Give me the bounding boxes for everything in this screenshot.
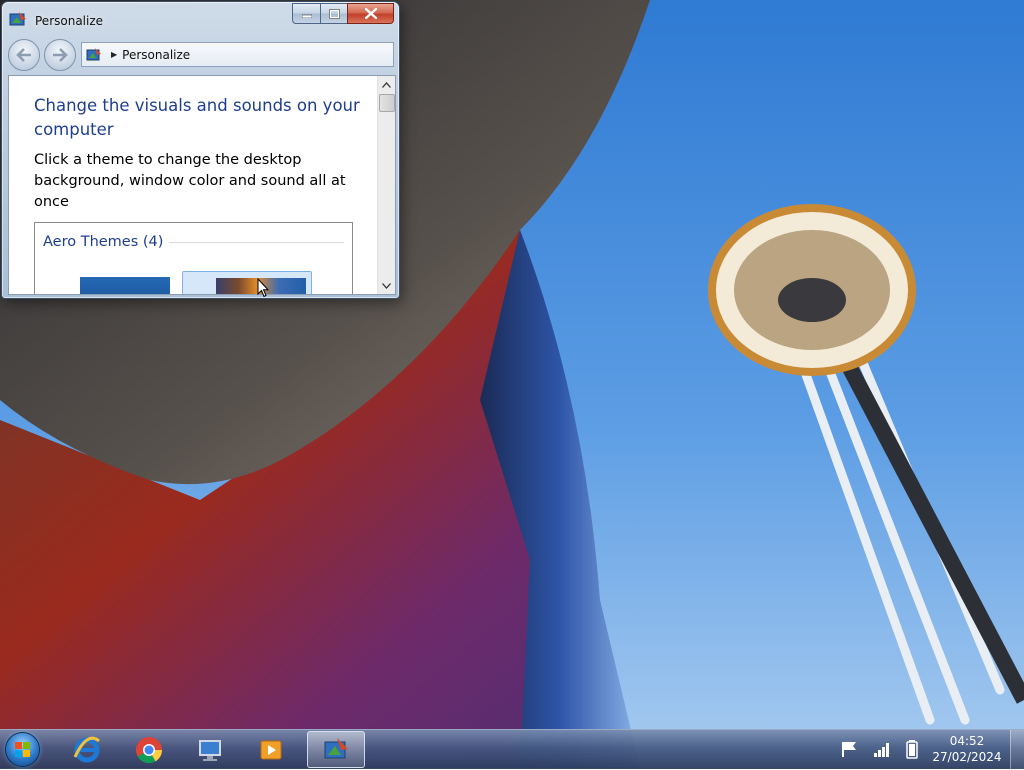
page-description: Click a theme to change the desktop back… (34, 152, 346, 210)
start-button[interactable] (6, 733, 39, 766)
scroll-up-icon (382, 81, 391, 88)
personalize-icon (9, 12, 26, 26)
mouse-cursor-icon (257, 278, 269, 298)
scroll-up-button[interactable] (378, 76, 395, 93)
close-button[interactable] (347, 3, 394, 24)
theme-thumbnail[interactable] (80, 277, 170, 294)
page-heading: Change the visuals and sounds on your co… (34, 96, 360, 139)
action-center-flag-icon[interactable] (839, 739, 859, 759)
breadcrumb-personalize[interactable]: Personalize (122, 48, 190, 62)
theme-thumbnail-selected[interactable] (182, 271, 312, 294)
clock-time[interactable]: 04:52 (936, 734, 998, 748)
taskbar: 04:52 27/02/2024 (0, 729, 1024, 769)
windows-logo-icon (15, 742, 30, 757)
scroll-down-icon (382, 282, 391, 289)
back-arrow-icon (16, 48, 31, 62)
window-title: Personalize (35, 14, 104, 28)
show-desktop-button[interactable] (1010, 730, 1024, 769)
back-button[interactable] (8, 39, 40, 71)
media-player-icon (260, 740, 282, 759)
scroll-down-button[interactable] (378, 277, 395, 294)
minimize-button[interactable] (292, 3, 320, 24)
caption-buttons (292, 3, 394, 24)
taskbar-internet-explorer[interactable] (59, 731, 115, 768)
aero-themes-title[interactable]: Aero Themes (4) (43, 234, 170, 250)
control-panel-icon (86, 47, 101, 60)
network-signal-icon[interactable] (872, 739, 892, 759)
taskbar-personalize[interactable] (307, 731, 365, 768)
chrome-icon (136, 736, 163, 763)
maximize-icon (328, 8, 340, 19)
content-pane: Change the visuals and sounds on your co… (8, 75, 396, 295)
personalize-window[interactable]: Personalize ▶ Personalize Change the vis… (1, 1, 400, 299)
battery-icon[interactable] (902, 739, 922, 759)
title-bar[interactable]: Personalize (2, 2, 399, 36)
forward-arrow-icon (53, 48, 68, 62)
taskbar-remote-desktop[interactable] (182, 731, 238, 768)
aero-themes-group: Aero Themes (4) (34, 222, 353, 294)
maximize-button[interactable] (320, 3, 347, 24)
navigation-bar: ▶ Personalize (6, 39, 395, 71)
clock-date[interactable]: 27/02/2024 (926, 750, 1008, 764)
internet-explorer-icon (73, 736, 100, 762)
minimize-icon (301, 14, 312, 18)
address-bar[interactable]: ▶ Personalize (81, 42, 394, 67)
close-icon (364, 8, 377, 19)
vertical-scrollbar[interactable] (377, 76, 395, 294)
personalize-taskbar-icon (324, 737, 348, 758)
taskbar-google-chrome[interactable] (121, 731, 177, 768)
taskbar-media-player[interactable] (243, 731, 299, 768)
monitor-icon (199, 739, 221, 761)
forward-button[interactable] (44, 39, 76, 71)
scroll-thumb[interactable] (379, 94, 395, 112)
breadcrumb-chevron-icon[interactable]: ▶ (111, 50, 117, 59)
